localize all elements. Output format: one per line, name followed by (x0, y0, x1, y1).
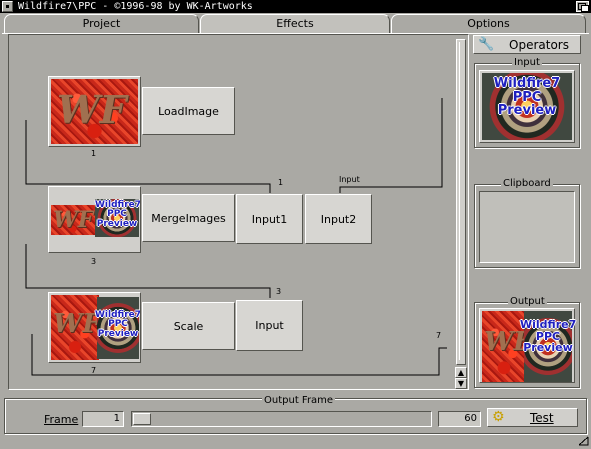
frame-label: Frame (44, 413, 79, 426)
node-index: 7 (91, 366, 97, 375)
scale-thumbnail[interactable]: WF Wildfire7 PPC Preview (48, 292, 141, 363)
output-box-label: Output (508, 296, 547, 307)
output-index-label: 7 (436, 331, 442, 340)
slider-knob[interactable] (133, 413, 151, 425)
input-source-label: 3 (276, 287, 282, 296)
output-frame-label: Output Frame (262, 395, 336, 406)
right-panel: 🔧 Operators Input Wildfire7 PPC Preview … (471, 34, 583, 390)
resize-icon[interactable] (577, 436, 589, 446)
scroll-up-icon[interactable]: ▲ (455, 367, 467, 378)
frame-slider[interactable] (131, 411, 432, 427)
scale-input-button[interactable]: Input (236, 300, 303, 351)
input-preview[interactable]: Wildfire7 PPC Preview (479, 70, 575, 143)
tab-effects[interactable]: Effects (200, 14, 390, 34)
scroll-thumb[interactable] (456, 39, 466, 365)
node-index: 3 (91, 257, 97, 266)
clipboard-area[interactable] (479, 191, 575, 263)
node-canvas[interactable]: WF 1 LoadImage 1 Input WF Wildfire7 PPC … (12, 38, 454, 386)
input2-source-label: Input (339, 175, 360, 184)
clipboard-label: Clipboard (501, 178, 553, 189)
input1-button[interactable]: Input1 (236, 194, 303, 244)
input1-source-label: 1 (278, 178, 284, 187)
gear-icon: ⚙ (492, 409, 505, 425)
title-bar[interactable]: Wildfire7\PPC - ©1996-98 by WK-Artworks (0, 0, 591, 13)
wrench-icon: 🔧 (478, 37, 495, 52)
loadimage-button[interactable]: LoadImage (142, 87, 235, 135)
node-index: 1 (91, 149, 97, 158)
tab-options[interactable]: Options (391, 14, 586, 33)
operators-button[interactable]: 🔧 Operators (473, 35, 581, 54)
operators-label: Operators (509, 38, 569, 52)
vertical-scrollbar[interactable]: ▲ ▼ (455, 37, 467, 389)
output-preview[interactable]: WF Wildfire7 PPC Preview (479, 308, 576, 383)
tab-project[interactable]: Project (4, 14, 199, 33)
scroll-track[interactable] (456, 39, 466, 369)
window-title: Wildfire7\PPC - ©1996-98 by WK-Artworks (18, 1, 253, 12)
input2-button[interactable]: Input2 (305, 194, 372, 244)
scroll-down-icon[interactable]: ▼ (455, 378, 467, 389)
test-button[interactable]: ⚙ Test (487, 408, 578, 427)
max-frame-field: 60 (438, 411, 481, 427)
loadimage-thumbnail[interactable]: WF (48, 76, 141, 147)
depth-icon[interactable] (576, 1, 589, 12)
mergeimages-button[interactable]: MergeImages (142, 194, 235, 242)
test-label: Test (530, 411, 554, 425)
frame-field[interactable]: 1 (82, 411, 124, 427)
scale-button[interactable]: Scale (142, 302, 235, 350)
wf-logo: WF (57, 87, 127, 132)
close-icon[interactable] (2, 1, 13, 12)
input-box-label: Input (512, 57, 542, 68)
mergeimages-thumbnail[interactable]: WF Wildfire7 PPC Preview (48, 186, 141, 253)
